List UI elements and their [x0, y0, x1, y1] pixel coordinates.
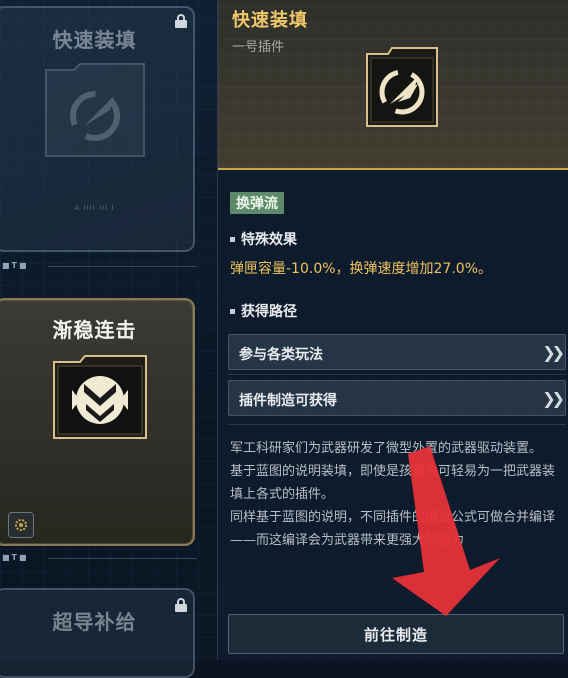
plugin-description: 军工科研家们为武器研发了微型外置的武器驱动装置。 基于蓝图的说明装填，即使是孩童… — [230, 441, 556, 548]
steady-combo-icon — [50, 354, 150, 440]
plugin-detail-header: 快速装填 一号插件 — [218, 0, 568, 170]
gear-icon[interactable] — [8, 512, 34, 538]
plugin-name: 快速装填 — [232, 10, 308, 31]
plugin-card-title: 渐稳连击 — [52, 318, 137, 342]
plugin-type: 一号插件 — [232, 40, 285, 55]
go-craft-button[interactable]: 前往制造 — [228, 614, 564, 654]
reload-rocket-icon — [40, 60, 150, 160]
plugin-card-superconduct-supply[interactable]: 超导补给 — [0, 588, 195, 678]
route-label: 插件制造可获得 — [239, 393, 337, 409]
reload-rocket-icon — [364, 46, 440, 132]
special-effect-text: 弹匣容量-10.0%，换弹速度增加27.0%。 — [230, 261, 493, 277]
section-divider: ■T■ — [0, 553, 205, 562]
double-chevron-right-icon: ❯❯ — [542, 389, 565, 408]
route-play-modes[interactable]: 参与各类玩法 ❯❯ — [228, 334, 566, 370]
double-chevron-right-icon: ❯❯ — [542, 343, 565, 362]
section-divider: ■T■ — [0, 261, 205, 270]
plugin-detail-panel: 快速装填 一号插件 换弹流 特殊效果 弹匣容量-10.0%，换弹速度增加27.0… — [217, 0, 568, 660]
plugin-card-title: 快速装填 — [52, 28, 137, 52]
plugin-list: 快速装填 A IIII III I ■T■ 渐稳连击 ■T■ 超导补给 — [0, 0, 205, 678]
plugin-tag: 换弹流 — [230, 192, 284, 214]
plugin-card-title: 超导补给 — [52, 610, 137, 634]
plugin-card-quick-reload[interactable]: 快速装填 A IIII III I — [0, 6, 195, 252]
route-plugin-crafting[interactable]: 插件制造可获得 ❯❯ — [228, 380, 566, 416]
route-label: 参与各类玩法 — [239, 347, 323, 363]
acquire-route-heading: 获得路径 — [230, 301, 297, 321]
plugin-card-steady-combo[interactable]: 渐稳连击 — [0, 298, 195, 546]
special-effect-heading: 特殊效果 — [230, 229, 297, 249]
plugin-card-caption: A IIII III I — [74, 204, 115, 212]
